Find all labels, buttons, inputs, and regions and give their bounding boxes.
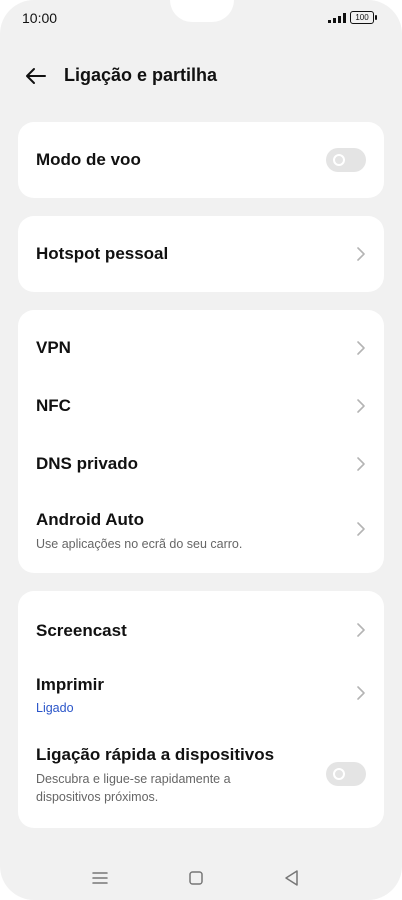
chevron-right-icon bbox=[357, 399, 365, 413]
page-header: Ligação e partilha bbox=[0, 56, 402, 96]
back-arrow-icon[interactable] bbox=[24, 64, 48, 88]
setting-row-airplane-mode[interactable]: Modo de voo bbox=[18, 122, 384, 198]
setting-row-hotspot[interactable]: Hotspot pessoal bbox=[18, 216, 384, 292]
setting-subtitle: Use aplicações no ecrã do seu carro. bbox=[36, 537, 243, 551]
chevron-right-icon bbox=[357, 623, 365, 637]
setting-title: Android Auto bbox=[36, 510, 144, 529]
settings-card-airplane: Modo de voo bbox=[18, 122, 384, 198]
home-icon[interactable] bbox=[184, 866, 208, 890]
chevron-right-icon bbox=[357, 247, 365, 261]
setting-row-nfc[interactable]: NFC bbox=[18, 368, 384, 426]
chevron-right-icon bbox=[357, 457, 365, 471]
setting-row-private-dns[interactable]: DNS privado bbox=[18, 426, 384, 484]
battery-icon: 100 bbox=[350, 11, 377, 24]
setting-title: NFC bbox=[36, 396, 71, 415]
toggle-knob bbox=[333, 154, 345, 166]
toggle-knob bbox=[333, 768, 345, 780]
quick-device-connect-toggle[interactable] bbox=[326, 762, 366, 786]
settings-card-hotspot: Hotspot pessoal bbox=[18, 216, 384, 292]
airplane-mode-toggle[interactable] bbox=[326, 148, 366, 172]
page-title: Ligação e partilha bbox=[64, 65, 218, 85]
setting-row-android-auto[interactable]: Android Auto Use aplicações no ecrã do s… bbox=[18, 484, 384, 573]
setting-row-screencast[interactable]: Screencast bbox=[18, 591, 384, 655]
setting-title: DNS privado bbox=[36, 454, 139, 473]
status-icons: 100 bbox=[328, 11, 377, 24]
chevron-right-icon bbox=[357, 522, 365, 536]
setting-row-quick-device-connect[interactable]: Ligação rápida a dispositivos Descubra e… bbox=[18, 723, 384, 828]
chevron-right-icon bbox=[357, 341, 365, 355]
status-bar: 10:00 100 bbox=[0, 0, 402, 36]
setting-title: Hotspot pessoal bbox=[36, 244, 169, 263]
setting-title: Modo de voo bbox=[36, 150, 141, 169]
navigation-bar bbox=[0, 858, 402, 898]
status-time: 10:00 bbox=[22, 10, 58, 26]
back-icon[interactable] bbox=[280, 866, 304, 890]
chevron-right-icon bbox=[357, 686, 365, 700]
menu-icon[interactable] bbox=[88, 866, 112, 890]
settings-card-devices: Screencast Imprimir Ligado Ligação rápid… bbox=[18, 591, 384, 828]
setting-row-print[interactable]: Imprimir Ligado bbox=[18, 655, 384, 723]
settings-card-connections: VPN NFC DNS privado Android Auto Use apl… bbox=[18, 310, 384, 573]
setting-title: Ligação rápida a dispositivos bbox=[36, 745, 275, 764]
print-status: Ligado bbox=[36, 701, 74, 715]
signal-icon bbox=[328, 12, 346, 23]
setting-row-vpn[interactable]: VPN bbox=[18, 310, 384, 368]
setting-title: VPN bbox=[36, 338, 71, 357]
phone-screen: 10:00 100 Ligação e partilha Modo de voo… bbox=[0, 0, 402, 900]
setting-title: Imprimir bbox=[36, 675, 105, 694]
setting-title: Screencast bbox=[36, 621, 127, 640]
setting-subtitle: Descubra e ligue-se rapidamente a dispos… bbox=[36, 772, 231, 804]
